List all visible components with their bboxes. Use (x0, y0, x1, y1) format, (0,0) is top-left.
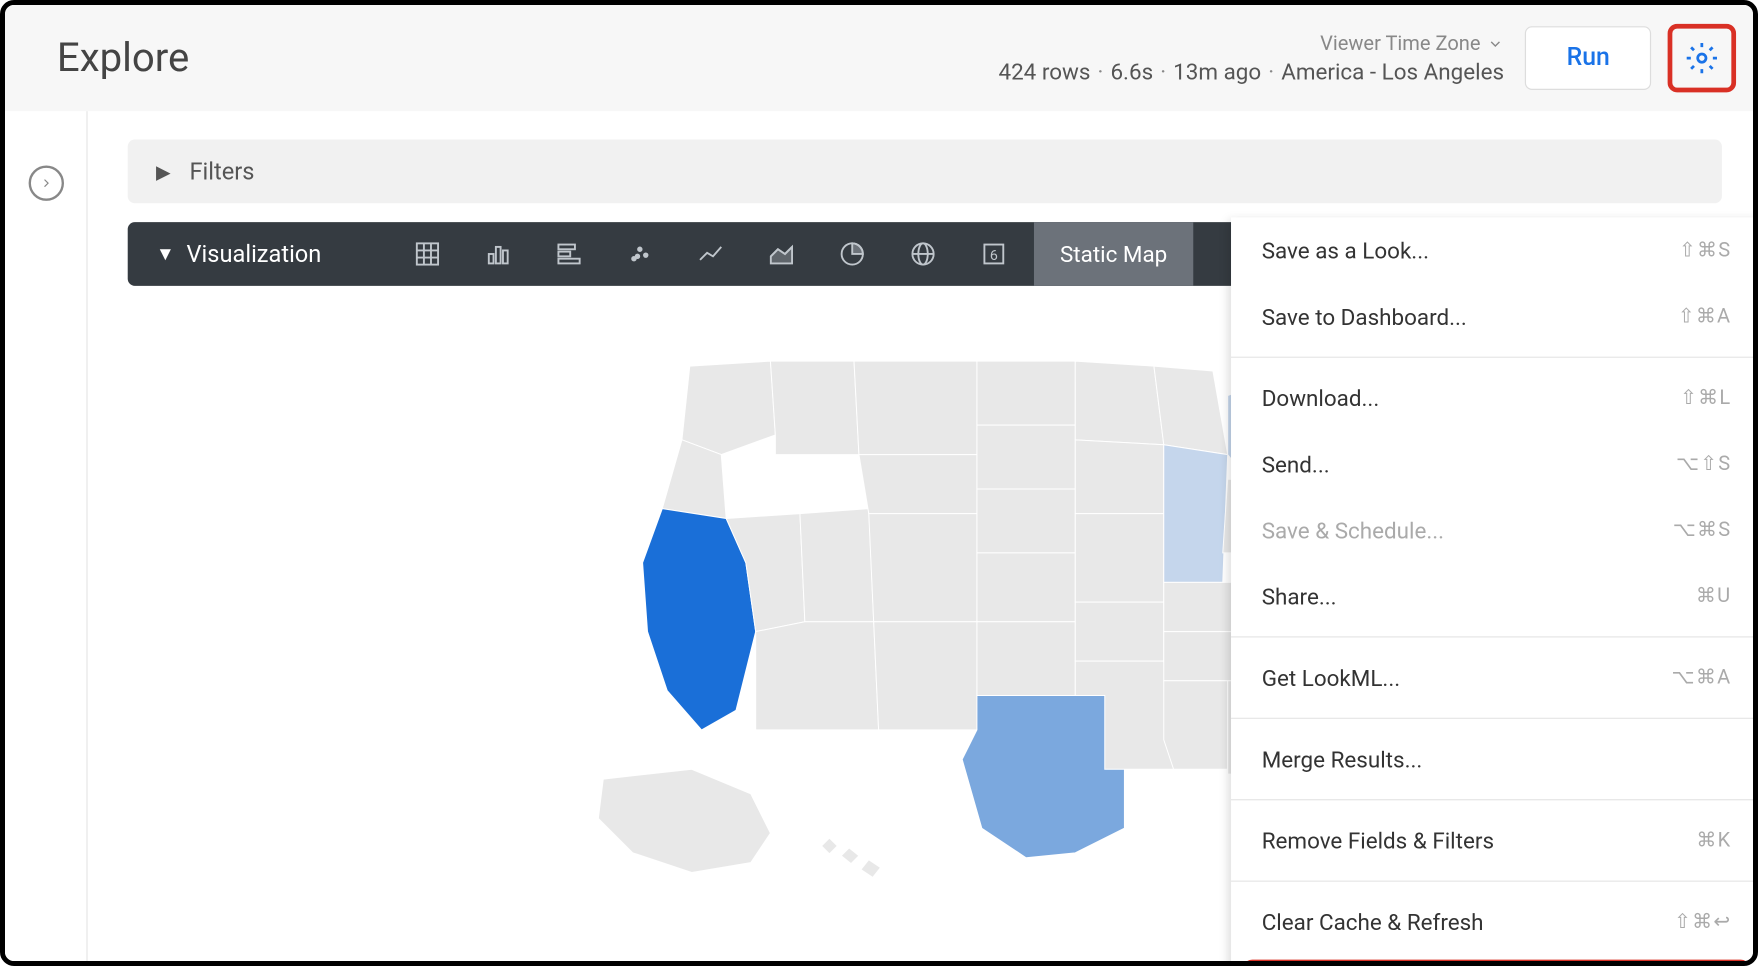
state-wy (858, 455, 976, 514)
viz-table-icon[interactable] (392, 222, 463, 286)
viz-bar-icon[interactable] (534, 222, 605, 286)
state-az (755, 622, 878, 730)
chevron-right-icon (39, 176, 53, 190)
state-mn (1075, 361, 1164, 445)
visualization-label: Visualization (187, 240, 322, 268)
menu-item-shortcut: ⌥⇧S (1676, 452, 1731, 476)
timezone-value: America - Los Angeles (1281, 58, 1504, 85)
gear-menu: Save as a Look... ⇧⌘S Save to Dashboard...… (1231, 217, 1758, 966)
menu-item-label: Download... (1262, 384, 1380, 411)
state-wi (1153, 366, 1227, 455)
state-hi (821, 838, 880, 877)
viz-area-icon[interactable] (746, 222, 817, 286)
menu-separator (1231, 718, 1758, 719)
menu-item-label: Clear Cache & Refresh (1262, 908, 1484, 935)
viz-pie-icon[interactable] (817, 222, 888, 286)
menu-item-merge-results[interactable]: Merge Results... (1231, 726, 1758, 792)
gear-icon (1685, 42, 1718, 75)
menu-separator (1231, 881, 1758, 882)
filters-bar[interactable]: ▶ Filters (128, 140, 1722, 204)
menu-item-label: Share... (1262, 583, 1337, 610)
query-duration: 6.6s (1110, 58, 1153, 85)
state-nd (976, 361, 1074, 425)
state-ok (976, 622, 1074, 696)
left-gutter (5, 111, 88, 966)
state-wa (681, 361, 774, 454)
menu-separator (1231, 636, 1758, 637)
state-ar (1075, 602, 1164, 661)
viz-line-icon[interactable] (675, 222, 746, 286)
state-ks (976, 553, 1074, 622)
menu-item-label: Get LookML... (1262, 664, 1400, 691)
state-ms (1163, 681, 1227, 770)
gear-highlight (1668, 24, 1736, 92)
state-sd (976, 425, 1074, 489)
menu-item-save-to-dashboard[interactable]: Save to Dashboard... ⇧⌘A (1231, 283, 1758, 349)
menu-item-shortcut: ⇧⌘S (1679, 239, 1731, 263)
expand-panel-button[interactable] (28, 165, 63, 200)
state-ne (976, 489, 1074, 553)
state-il (1163, 445, 1227, 583)
state-tx (962, 695, 1124, 857)
menu-highlight: Rebuild Derived Tables & Run (1243, 960, 1750, 966)
state-co (868, 514, 976, 622)
query-age: 13m ago (1173, 58, 1261, 85)
menu-item-label: Save to Dashboard... (1262, 303, 1467, 330)
state-ak (598, 769, 770, 872)
menu-item-label: Remove Fields & Filters (1262, 827, 1494, 854)
caret-down-icon[interactable]: ▼ (156, 242, 175, 266)
viz-single-value-icon[interactable]: 6 (959, 222, 1030, 286)
state-ia (1075, 440, 1164, 514)
timezone-label: Viewer Time Zone (1320, 32, 1480, 56)
menu-separator (1231, 799, 1758, 800)
state-id (770, 361, 859, 454)
menu-item-save-schedule: Save & Schedule... ⌥⌘S (1231, 497, 1758, 563)
viz-map-icon[interactable] (888, 222, 959, 286)
chevron-down-icon (1488, 35, 1505, 52)
menu-separator (1231, 357, 1758, 358)
menu-item-save-as-a-look[interactable]: Save as a Look... ⇧⌘S (1231, 217, 1758, 283)
timezone-selector[interactable]: Viewer Time Zone (1320, 32, 1504, 56)
status-block: Viewer Time Zone 424 rows·6.6s·13m ago·A… (998, 32, 1504, 85)
menu-item-label: Send... (1262, 450, 1330, 477)
viz-column-icon[interactable] (463, 222, 534, 286)
menu-item-shortcut: ⇧⌘↩ (1674, 910, 1731, 934)
state-mo (1075, 514, 1164, 603)
row-count: 424 rows (998, 58, 1090, 85)
menu-item-shortcut: ⇧⌘A (1678, 305, 1732, 329)
state-nm (873, 622, 976, 730)
run-button[interactable]: Run (1525, 26, 1651, 90)
state-mt (853, 361, 976, 454)
menu-item-share[interactable]: Share... ⌘U (1231, 563, 1758, 629)
top-bar: Explore Viewer Time Zone 424 rows·6.6s·1… (5, 5, 1758, 111)
menu-item-shortcut: ⌥⌘A (1672, 666, 1732, 690)
filters-label: Filters (189, 157, 254, 185)
state-ut (799, 509, 873, 622)
caret-right-icon: ▶ (156, 160, 171, 182)
menu-item-download[interactable]: Download... ⇧⌘L (1231, 365, 1758, 431)
menu-item-label: Merge Results... (1262, 745, 1423, 772)
menu-item-get-lookml[interactable]: Get LookML... ⌥⌘A (1231, 645, 1758, 711)
viz-active-tab[interactable]: Static Map (1034, 222, 1193, 286)
menu-item-shortcut: ⇧⌘L (1680, 386, 1731, 410)
viz-scatter-icon[interactable] (605, 222, 676, 286)
menu-item-label: Save & Schedule... (1262, 517, 1444, 544)
menu-item-send[interactable]: Send... ⌥⇧S (1231, 431, 1758, 497)
menu-item-clear-cache-refresh[interactable]: Clear Cache & Refresh ⇧⌘↩ (1231, 889, 1758, 955)
menu-item-shortcut: ⌘K (1696, 829, 1731, 853)
viz-icon-row: 6 (392, 222, 1029, 286)
gear-button[interactable] (1677, 33, 1727, 83)
page-title: Explore (57, 35, 189, 82)
menu-item-shortcut: ⌥⌘S (1673, 518, 1732, 542)
menu-item-label: Save as a Look... (1262, 237, 1429, 264)
query-stats: 424 rows·6.6s·13m ago·America - Los Ange… (998, 58, 1504, 85)
menu-item-remove-fields-filters[interactable]: Remove Fields & Filters ⌘K (1231, 807, 1758, 873)
svg-text:6: 6 (990, 248, 998, 264)
menu-item-shortcut: ⌘U (1696, 584, 1731, 608)
